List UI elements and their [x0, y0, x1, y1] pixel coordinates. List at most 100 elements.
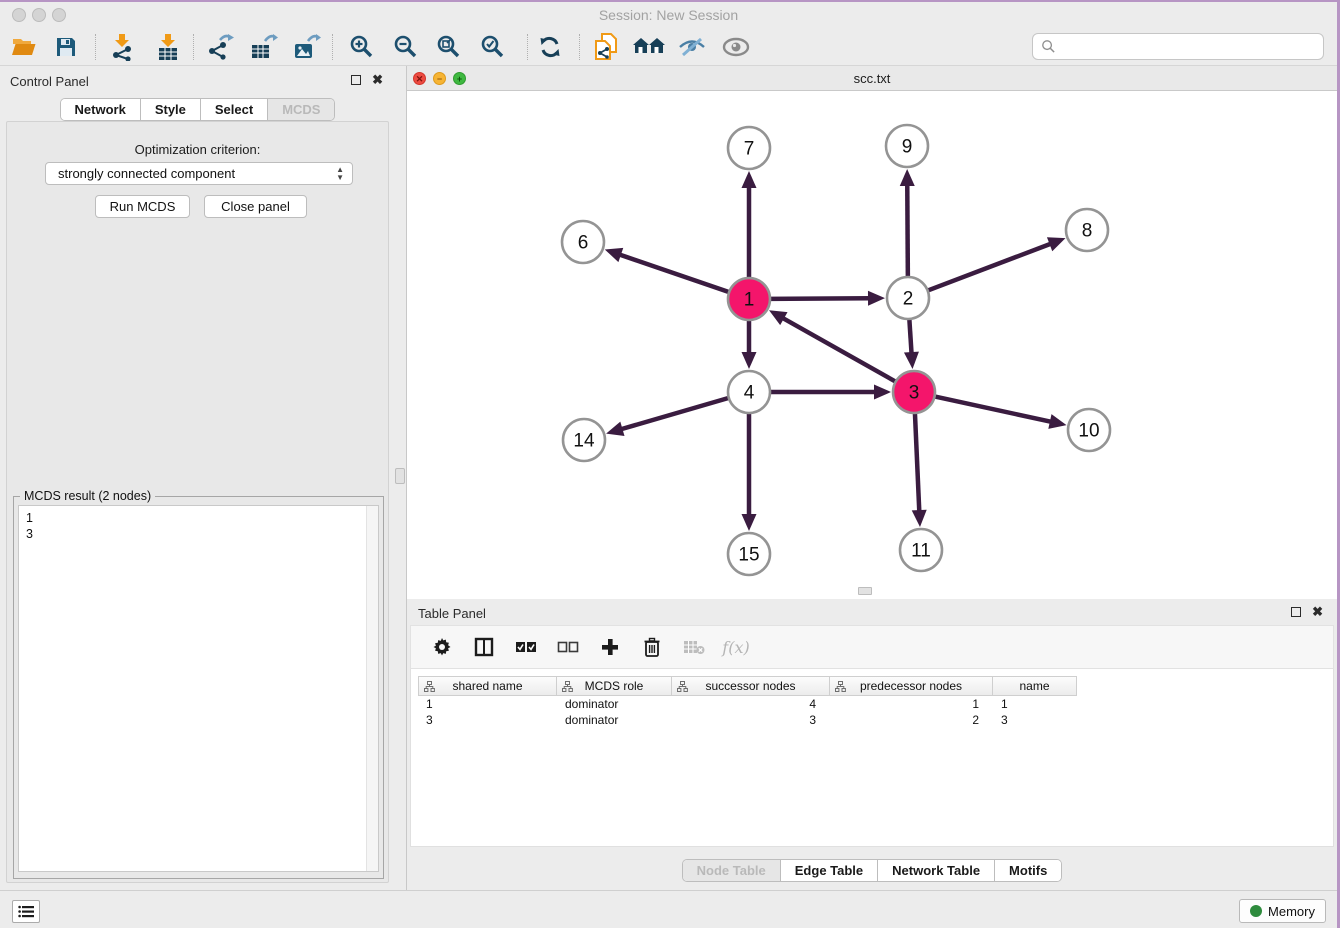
edge-arrowhead [874, 385, 891, 400]
column-header-shared-name[interactable]: shared name [418, 676, 557, 696]
float-panel-icon[interactable] [351, 75, 361, 85]
network-titlebar: ✕ − + scc.txt [407, 66, 1337, 91]
import-table-icon[interactable] [150, 31, 186, 63]
mcds-result-title: MCDS result (2 nodes) [20, 489, 155, 503]
delete-column-trash-icon[interactable] [641, 636, 663, 658]
table-cell[interactable]: 1 [993, 696, 1077, 712]
tab-style[interactable]: Style [141, 99, 201, 120]
edge-3-1[interactable] [782, 318, 896, 382]
tab-edge-table[interactable]: Edge Table [781, 860, 878, 881]
edge-1-6[interactable] [619, 254, 729, 292]
node-table: shared nameMCDS rolesuccessor nodesprede… [418, 676, 1077, 728]
edge-arrowhead [868, 291, 885, 306]
zoom-out-icon[interactable] [388, 31, 424, 63]
edge-3-10[interactable] [935, 396, 1052, 421]
show-eye-icon[interactable] [718, 31, 754, 63]
refresh-layout-icon[interactable] [532, 31, 568, 63]
edge-arrowhead [912, 510, 927, 527]
table-cell[interactable]: 3 [993, 712, 1077, 728]
clone-network-icon[interactable] [588, 31, 624, 63]
table-toolbar: f(x) [410, 625, 1334, 669]
search-box[interactable] [1032, 33, 1324, 60]
tab-network-table[interactable]: Network Table [878, 860, 995, 881]
table-cell[interactable]: dominator [557, 696, 672, 712]
zoom-fit-icon[interactable] [431, 31, 467, 63]
mcds-result-textarea[interactable]: 1 3 [18, 505, 379, 872]
tab-node-table[interactable]: Node Table [683, 860, 781, 881]
table-close-icon[interactable]: ✖ [1312, 607, 1323, 617]
edge-arrowhead [1048, 414, 1066, 429]
optimization-criterion-label: Optimization criterion: [7, 142, 388, 157]
search-input[interactable] [1056, 37, 1323, 57]
column-settings-gear-icon[interactable] [431, 636, 453, 658]
tab-select[interactable]: Select [201, 99, 268, 120]
network-table-divider-grip[interactable] [858, 587, 872, 595]
close-panel-button[interactable]: Close panel [204, 195, 307, 218]
home-network-icon[interactable] [631, 31, 667, 63]
deselect-all-columns-icon[interactable] [557, 636, 579, 658]
node-label-9: 9 [902, 137, 913, 158]
window-title: Session: New Session [0, 7, 1337, 23]
optimization-criterion-select[interactable]: strongly connected component ▲▼ [45, 162, 353, 185]
tab-mcds[interactable]: MCDS [268, 99, 334, 120]
table-panel-header: Table Panel ✖ [407, 599, 1337, 625]
run-mcds-button[interactable]: Run MCDS [95, 195, 190, 218]
edge-2-3[interactable] [909, 319, 911, 354]
column-header-name[interactable]: name [993, 676, 1077, 696]
memory-button[interactable]: Memory [1239, 899, 1326, 923]
export-network-icon[interactable] [202, 31, 238, 63]
add-column-icon[interactable] [599, 636, 621, 658]
table-cell[interactable]: 1 [830, 696, 993, 712]
zoom-selected-icon[interactable] [475, 31, 511, 63]
table-tabs: Node TableEdge TableNetwork TableMotifs [407, 859, 1337, 882]
apply-function-fx-icon: f(x) [725, 636, 747, 658]
node-label-14: 14 [573, 431, 595, 452]
tab-network[interactable]: Network [61, 99, 141, 120]
column-header-predecessor-nodes[interactable]: predecessor nodes [830, 676, 993, 696]
save-session-icon[interactable] [48, 31, 84, 63]
zoom-in-icon[interactable] [344, 31, 380, 63]
table-cell[interactable]: 1 [418, 696, 557, 712]
edge-1-2[interactable] [770, 298, 870, 299]
tab-motifs[interactable]: Motifs [995, 860, 1061, 881]
import-network-icon[interactable] [104, 31, 140, 63]
show-columns-icon[interactable] [473, 636, 495, 658]
task-history-button[interactable] [12, 900, 40, 923]
edge-arrowhead [742, 171, 757, 188]
edge-arrowhead [605, 248, 624, 262]
table-cell[interactable]: 3 [418, 712, 557, 728]
table-row[interactable]: 1dominator411 [418, 696, 1077, 712]
table-cell[interactable]: 2 [830, 712, 993, 728]
edge-4-14[interactable] [620, 398, 728, 430]
panel-divider-grip[interactable] [395, 468, 405, 484]
edge-arrowhead [1047, 237, 1066, 251]
select-all-columns-icon[interactable] [515, 636, 537, 658]
result-scrollbar[interactable] [366, 506, 378, 871]
table-header-row: shared nameMCDS rolesuccessor nodesprede… [418, 676, 1077, 696]
edge-arrowhead [606, 422, 624, 436]
edge-2-8[interactable] [928, 243, 1052, 290]
export-table-icon[interactable] [246, 31, 282, 63]
column-header-mcds-role[interactable]: MCDS role [557, 676, 672, 696]
open-session-icon[interactable] [6, 31, 42, 63]
network-canvas[interactable]: 7968124314101511 [407, 91, 1337, 599]
node-label-2: 2 [903, 289, 914, 310]
node-label-15: 15 [738, 545, 759, 566]
table-row[interactable]: 3dominator323 [418, 712, 1077, 728]
table-cell[interactable]: dominator [557, 712, 672, 728]
close-panel-icon[interactable]: ✖ [372, 75, 383, 85]
network-title: scc.txt [407, 71, 1337, 86]
edge-3-11[interactable] [915, 413, 919, 512]
hide-eye-slash-icon[interactable] [674, 31, 710, 63]
table-cell[interactable]: 4 [672, 696, 830, 712]
table-panel: Table Panel ✖ [407, 599, 1337, 890]
table-cell[interactable]: 3 [672, 712, 830, 728]
edge-2-9[interactable] [907, 184, 908, 277]
delete-table-icon [683, 636, 705, 658]
mcds-tab-content: Optimization criterion: strongly connect… [6, 121, 389, 883]
edge-arrowhead [742, 514, 757, 531]
export-image-icon[interactable] [289, 31, 325, 63]
table-float-icon[interactable] [1291, 607, 1301, 617]
application-window: Session: New Session [0, 0, 1340, 926]
column-header-successor-nodes[interactable]: successor nodes [672, 676, 830, 696]
